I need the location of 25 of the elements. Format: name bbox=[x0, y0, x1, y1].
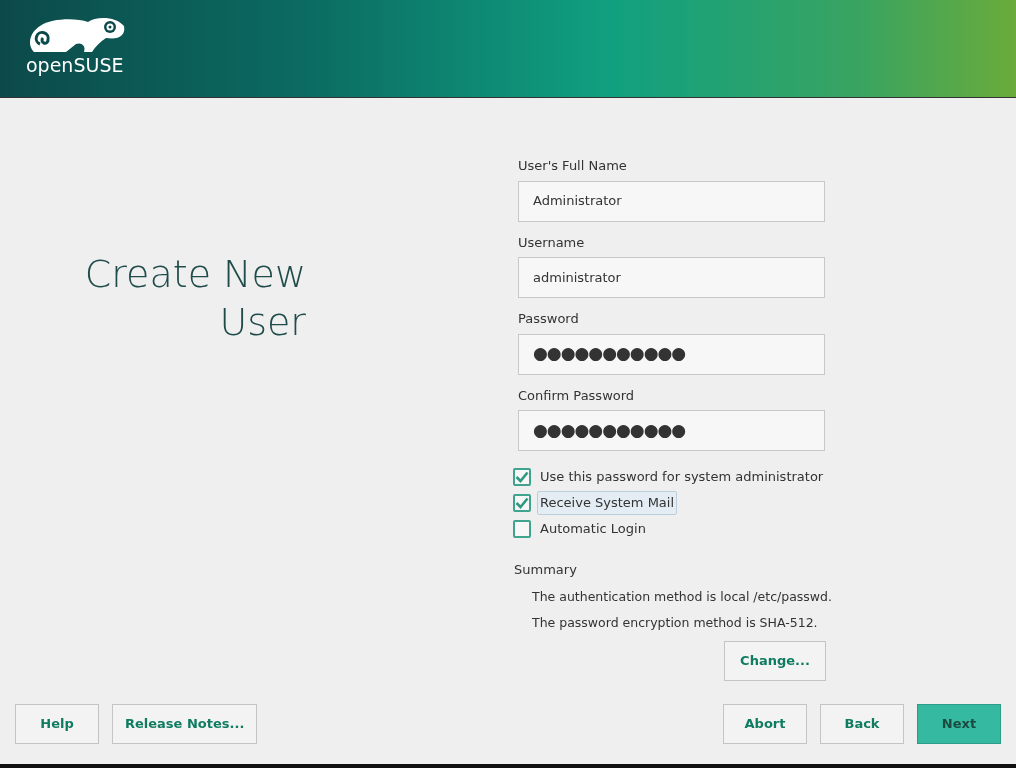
summary-text: The authentication method is local /etc/passwd. bbox=[532, 587, 833, 606]
checkbox-label[interactable]: Receive System Mail bbox=[537, 491, 678, 515]
dialog-button[interactable]: Next bbox=[917, 704, 1001, 744]
dialog-button[interactable]: Back bbox=[820, 704, 904, 744]
checkbox[interactable] bbox=[513, 520, 531, 538]
field-label: Username bbox=[518, 233, 586, 252]
dialog-button[interactable]: Abort bbox=[723, 704, 807, 744]
dialog-button[interactable]: Release Notes... bbox=[112, 704, 258, 744]
dialog-button[interactable]: Help bbox=[15, 704, 99, 744]
page-title: Create New User bbox=[83, 251, 306, 346]
password-field[interactable]: ●●●●●●●●●●● bbox=[518, 333, 825, 375]
checkbox-label[interactable]: Use this password for system administrator bbox=[537, 465, 827, 489]
input-field[interactable]: administrator bbox=[518, 257, 825, 298]
field-label: Confirm Password bbox=[518, 386, 636, 405]
checkbox[interactable] bbox=[513, 494, 531, 512]
summary-heading: Summary bbox=[514, 561, 578, 579]
logo-text: openSUSE bbox=[26, 56, 124, 75]
input-field[interactable]: Administrator bbox=[518, 180, 825, 222]
field-label: User's Full Name bbox=[518, 157, 628, 175]
checkbox[interactable] bbox=[513, 468, 531, 486]
checkbox-label[interactable]: Automatic Login bbox=[537, 517, 649, 541]
password-field[interactable]: ●●●●●●●●●●● bbox=[518, 410, 825, 451]
summary-text: The password encryption method is SHA-512. bbox=[532, 614, 819, 633]
field-label: Password bbox=[518, 310, 580, 328]
change-button[interactable]: Change... bbox=[724, 641, 826, 681]
